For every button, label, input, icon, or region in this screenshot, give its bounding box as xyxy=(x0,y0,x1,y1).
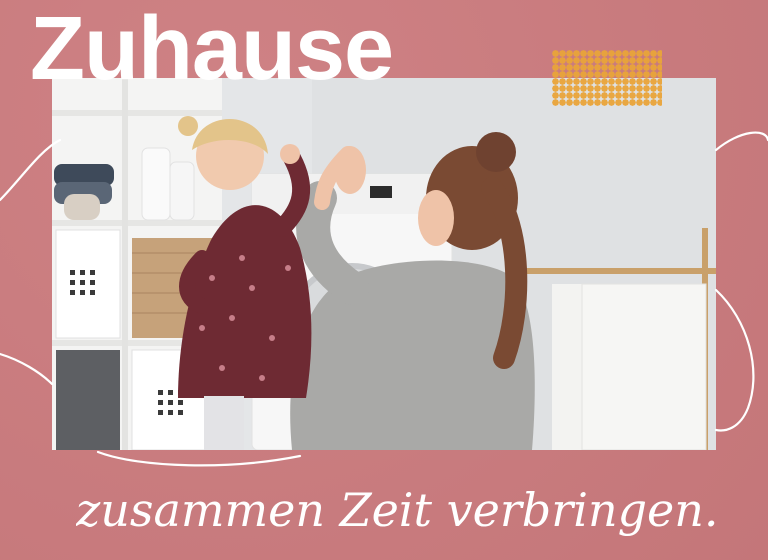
headline: Zuhause xyxy=(30,0,394,99)
halftone-dot-pattern xyxy=(552,50,662,106)
photo-illustration xyxy=(52,78,716,450)
tagline-script: zusammen Zeit verbringen. xyxy=(76,483,719,537)
promo-card: Zuhause zusammen Zeit verbringen. xyxy=(0,0,768,560)
family-photo xyxy=(52,78,716,450)
tagline-text: zusammen Zeit verbringen. xyxy=(76,483,719,537)
